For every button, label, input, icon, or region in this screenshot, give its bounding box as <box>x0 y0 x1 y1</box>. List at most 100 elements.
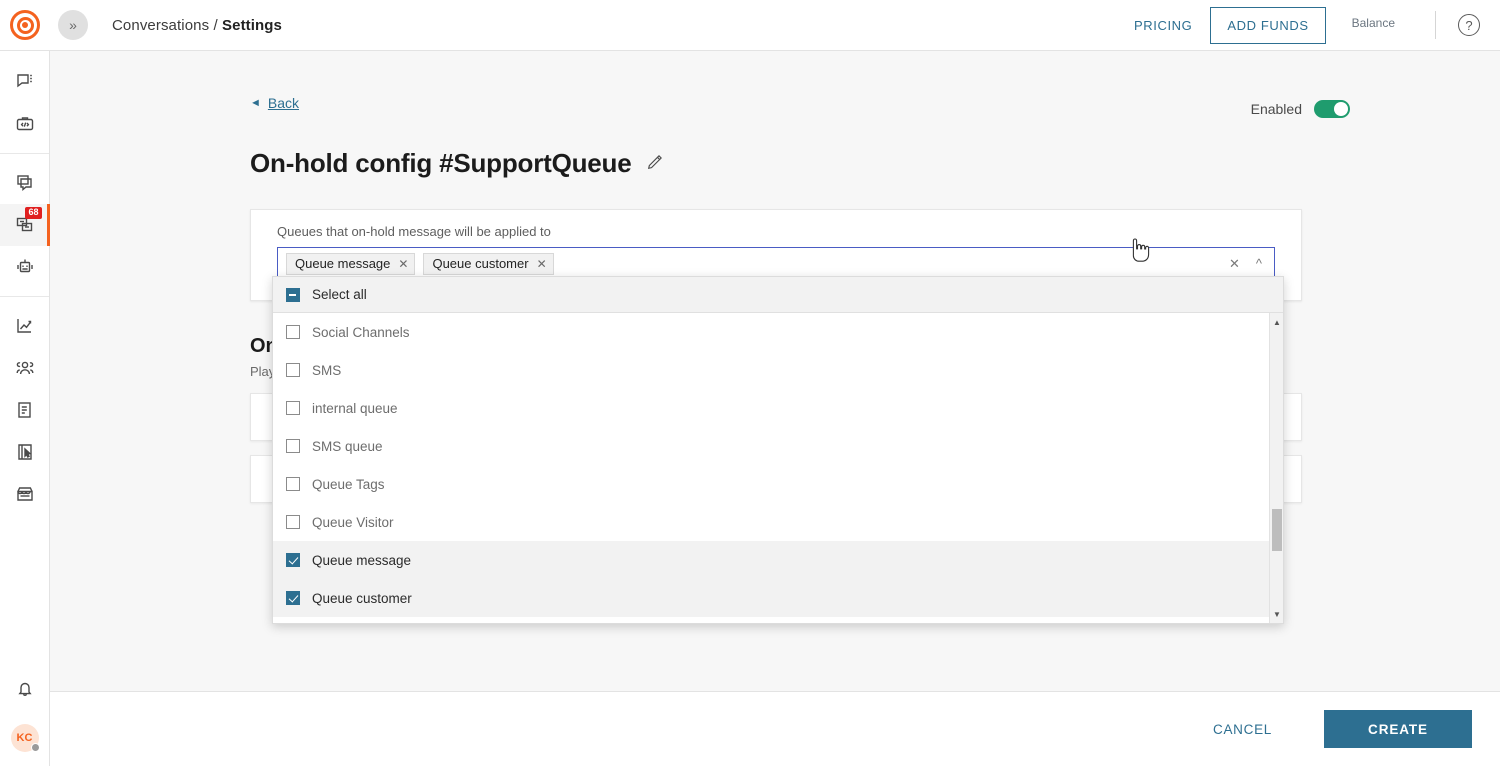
option-checkbox[interactable] <box>286 553 300 567</box>
select-all-checkbox[interactable] <box>286 288 300 302</box>
chip-label: Queue customer <box>432 256 528 271</box>
enabled-toggle-switch[interactable] <box>1314 100 1350 118</box>
sidebar-item-campaigns[interactable] <box>0 162 50 204</box>
selected-chip[interactable]: Queue customer ✕ <box>423 253 553 275</box>
option-label: Queue Visitor <box>312 515 394 530</box>
help-icon[interactable]: ? <box>1458 14 1480 36</box>
select-all-label: Select all <box>312 287 367 302</box>
main-canvas: ◄ Back Enabled On-hold config #SupportQu… <box>50 51 1500 691</box>
user-avatar[interactable]: KC <box>11 724 39 752</box>
option-label: Queue customer <box>312 591 412 606</box>
people-icon <box>15 358 35 378</box>
scrollbar-thumb[interactable] <box>1272 509 1282 551</box>
sidebar-item-analytics[interactable] <box>0 305 50 347</box>
cursor-frame-icon <box>15 442 35 462</box>
queues-dropdown-panel: Select all Social Channels SMS internal … <box>272 276 1284 624</box>
dropdown-options-list[interactable]: Social Channels SMS internal queue SMS q… <box>273 313 1283 623</box>
sidebar-expand-button[interactable]: » <box>58 10 88 40</box>
selected-chip[interactable]: Queue message ✕ <box>286 253 415 275</box>
dropdown-option[interactable]: SMS <box>273 351 1283 389</box>
briefcase-code-icon <box>15 114 35 134</box>
target-logo-icon <box>10 10 40 40</box>
page-title-row: On-hold config #SupportQueue <box>250 148 1500 179</box>
chat-bubble-icon <box>15 72 35 92</box>
cancel-button[interactable]: CANCEL <box>1201 712 1284 747</box>
clear-x-icon[interactable]: ✕ <box>1229 256 1240 272</box>
storefront-icon <box>15 484 35 504</box>
app-logo[interactable] <box>0 10 50 40</box>
dropdown-select-all-row[interactable]: Select all <box>273 277 1283 313</box>
option-label: internal queue <box>312 401 398 416</box>
dropdown-option[interactable]: Queue customer <box>273 579 1283 617</box>
queues-field-label: Queues that on-hold message will be appl… <box>277 224 1275 239</box>
triangle-down-icon[interactable]: ▼ <box>1270 607 1283 621</box>
option-checkbox[interactable] <box>286 439 300 453</box>
back-link-label[interactable]: Back <box>268 95 299 111</box>
copy-message-icon <box>15 173 35 193</box>
sidebar-item-knowledge-base[interactable] <box>0 389 50 431</box>
breadcrumb-root[interactable]: Conversations <box>112 17 209 34</box>
option-checkbox[interactable] <box>286 515 300 529</box>
breadcrumb: Conversations / Settings <box>112 17 282 34</box>
breadcrumb-current: Settings <box>222 17 282 34</box>
close-icon[interactable]: ✕ <box>537 257 547 271</box>
pencil-icon[interactable] <box>647 153 664 175</box>
enabled-label: Enabled <box>1251 101 1302 117</box>
sidebar-item-marketplace[interactable] <box>0 473 50 515</box>
header-divider <box>1435 11 1436 39</box>
dropdown-option[interactable]: Queue Tags <box>273 465 1283 503</box>
header-actions: PRICING ADD FUNDS Balance ? <box>1120 7 1500 44</box>
dropdown-option[interactable]: Queue message <box>273 541 1283 579</box>
option-checkbox[interactable] <box>286 325 300 339</box>
option-checkbox[interactable] <box>286 477 300 491</box>
enabled-toggle-group: Enabled <box>1251 100 1350 118</box>
select-controls: ✕ ^ <box>1229 256 1266 272</box>
notifications-button[interactable] <box>0 668 50 710</box>
sidebar-item-inbox[interactable]: 68 <box>0 204 50 246</box>
balance-label: Balance <box>1352 16 1395 30</box>
option-label: Queue Tags <box>312 477 385 492</box>
create-button[interactable]: CREATE <box>1324 710 1472 748</box>
page-title: On-hold config #SupportQueue <box>250 148 631 179</box>
option-checkbox[interactable] <box>286 363 300 377</box>
option-label: Social Channels <box>312 325 410 340</box>
dropdown-option[interactable]: Social Channels <box>273 313 1283 351</box>
app-root: » Conversations / Settings PRICING ADD F… <box>0 0 1500 766</box>
sidebar-item-bots[interactable] <box>0 246 50 288</box>
footer-action-bar: CANCEL CREATE <box>50 691 1500 766</box>
triangle-up-icon[interactable]: ▲ <box>1270 315 1283 329</box>
line-chart-icon <box>15 316 35 336</box>
sidebar-item-conversations[interactable] <box>0 61 50 103</box>
nav-group-messaging: 68 <box>0 162 49 288</box>
option-label: SMS <box>312 363 341 378</box>
left-nav-rail: 68 <box>0 51 50 766</box>
dropdown-option[interactable]: internal queue <box>273 389 1283 427</box>
nav-divider-2 <box>0 296 49 297</box>
top-header-bar: » Conversations / Settings PRICING ADD F… <box>0 0 1500 51</box>
sidebar-item-flows[interactable] <box>0 431 50 473</box>
nav-group-primary <box>0 51 49 145</box>
chevron-double-right-icon: » <box>69 17 77 33</box>
sidebar-item-developer-tools[interactable] <box>0 103 50 145</box>
nav-divider-1 <box>0 153 49 154</box>
option-label: Queue message <box>312 553 411 568</box>
dropdown-scrollbar[interactable]: ▲ ▼ <box>1269 313 1283 623</box>
caret-left-icon: ◄ <box>250 97 261 109</box>
robot-icon <box>15 257 35 277</box>
dropdown-option[interactable]: Queue Visitor <box>273 503 1283 541</box>
close-icon[interactable]: ✕ <box>398 257 408 271</box>
chip-label: Queue message <box>295 256 390 271</box>
pricing-link[interactable]: PRICING <box>1120 10 1206 41</box>
sidebar-item-contacts[interactable] <box>0 347 50 389</box>
chevron-up-icon[interactable]: ^ <box>1256 256 1262 271</box>
presence-status-dot <box>31 743 40 752</box>
option-checkbox[interactable] <box>286 401 300 415</box>
document-icon <box>15 400 35 420</box>
dropdown-option[interactable]: SMS queue <box>273 427 1283 465</box>
breadcrumb-separator: / <box>213 17 217 34</box>
add-funds-button[interactable]: ADD FUNDS <box>1210 7 1325 44</box>
nav-bottom-group: KC <box>0 668 50 766</box>
option-checkbox[interactable] <box>286 591 300 605</box>
bell-icon <box>15 679 35 699</box>
nav-group-tools <box>0 305 49 515</box>
